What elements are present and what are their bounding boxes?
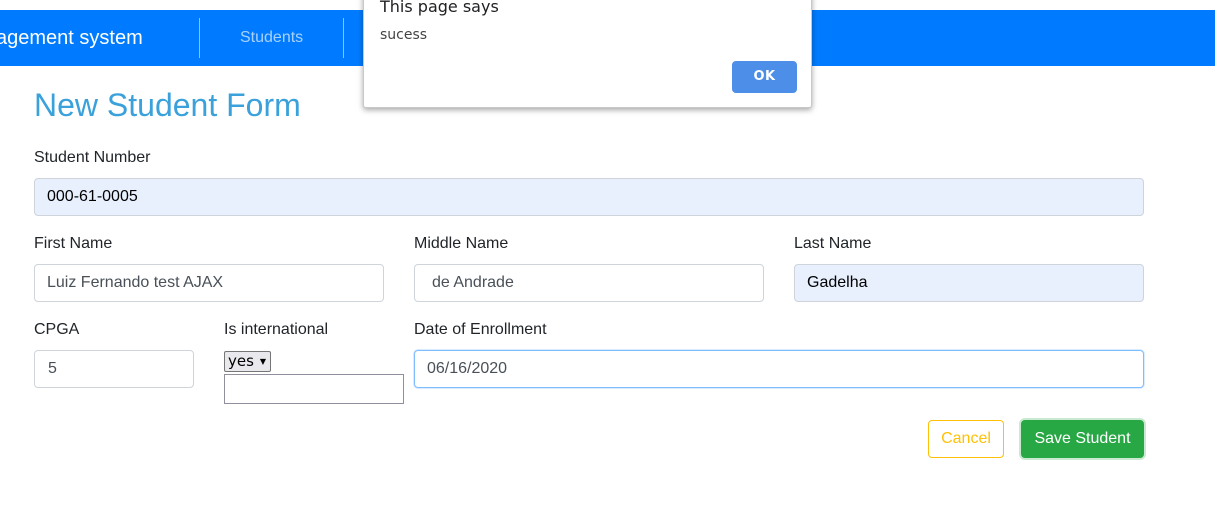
page-title: New Student Form	[34, 87, 301, 123]
nav-divider	[199, 18, 200, 58]
cpga-input[interactable]: 5	[34, 350, 194, 388]
ok-button[interactable]: OK	[732, 61, 797, 93]
cpga-label: CPGA	[34, 321, 80, 338]
is-international-selected: yes	[228, 352, 254, 370]
chevron-down-icon: ▼	[259, 357, 266, 366]
is-international-label: Is international	[224, 321, 329, 338]
dialog-message: sucess	[380, 27, 428, 43]
last-name-label: Last Name	[794, 235, 872, 252]
brand-title[interactable]: agement system	[0, 27, 143, 50]
middle-name-input[interactable]: de Andrade	[414, 264, 764, 302]
student-number-label: Student Number	[34, 149, 151, 166]
student-number-input[interactable]: 000-61-0005	[34, 178, 1144, 216]
nav-link-students[interactable]: Students	[240, 29, 303, 47]
first-name-input[interactable]: Luiz Fernando test AJAX	[34, 264, 384, 302]
nav-divider	[343, 18, 344, 58]
is-international-select[interactable]: yes ▼	[224, 351, 271, 372]
date-of-enrollment-input[interactable]: 06/16/2020	[414, 350, 1144, 388]
alert-dialog: This page says sucess OK	[363, 0, 812, 108]
first-name-label: First Name	[34, 235, 113, 252]
last-name-input[interactable]: Gadelha	[794, 264, 1144, 302]
save-student-button[interactable]: Save Student	[1021, 420, 1144, 458]
middle-name-label: Middle Name	[414, 235, 509, 252]
date-of-enrollment-label: Date of Enrollment	[414, 321, 547, 338]
is-international-extra-input[interactable]	[224, 374, 404, 404]
cancel-button[interactable]: Cancel	[928, 420, 1004, 458]
dialog-title: This page says	[380, 0, 499, 16]
